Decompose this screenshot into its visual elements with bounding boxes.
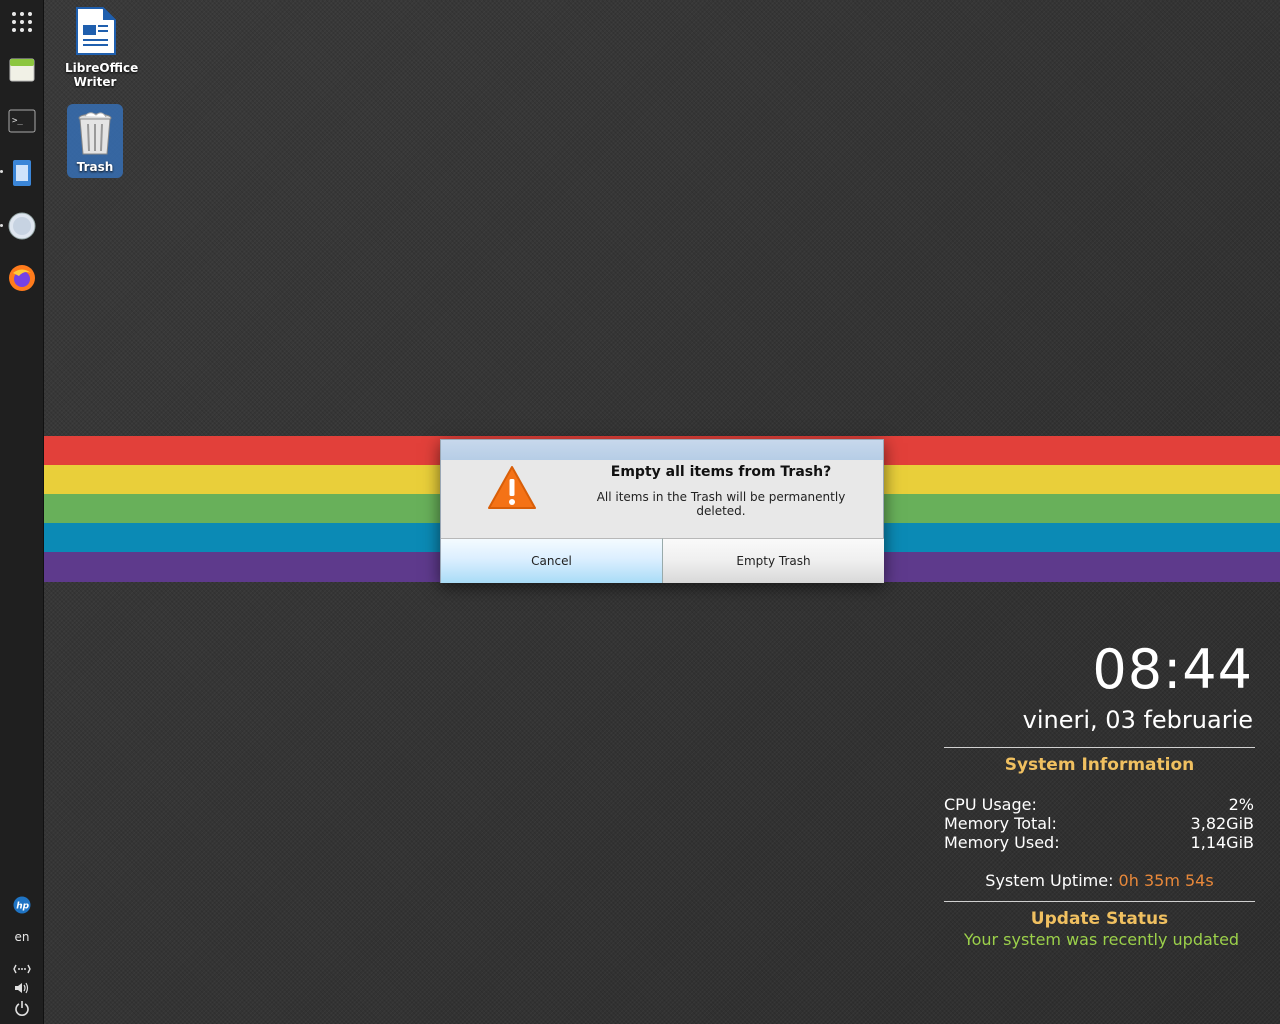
clock-time: 08:44: [1092, 638, 1253, 701]
update-status-title: Update Status: [1030, 909, 1169, 929]
svg-text:hp: hp: [16, 902, 29, 912]
desktop-icon-label: LibreOffice: [65, 61, 139, 75]
sysinfo-label: Memory Used:: [944, 833, 1060, 852]
apps-grid-icon[interactable]: [6, 6, 38, 38]
desktop-icon-libreoffice-writer[interactable]: LibreOffice Writer: [65, 7, 139, 89]
window-icon[interactable]: [6, 54, 38, 86]
divider: [944, 901, 1255, 902]
clock-date: vineri, 03 februarie: [1022, 706, 1253, 734]
sysinfo-title: System Information: [1004, 755, 1195, 775]
web-browser-icon[interactable]: [6, 210, 38, 242]
uptime-label: System Uptime:: [985, 871, 1114, 890]
network-icon[interactable]: [0, 963, 44, 978]
cancel-button[interactable]: Cancel: [441, 538, 663, 583]
dialog-title: Empty all items from Trash?: [610, 464, 832, 480]
volume-icon[interactable]: [0, 981, 44, 998]
sysinfo-value: 1,14GiB: [1190, 833, 1254, 852]
empty-trash-button[interactable]: Empty Trash: [663, 538, 884, 583]
svg-text:>_: >_: [12, 116, 23, 126]
terminal-icon[interactable]: >_: [6, 105, 38, 137]
divider: [944, 747, 1255, 748]
sysinfo-value: 3,82GiB: [1190, 814, 1254, 833]
empty-trash-dialog: Empty all items from Trash? All items in…: [440, 439, 884, 583]
trash-icon: [67, 104, 123, 156]
dialog-titlebar[interactable]: [441, 440, 883, 460]
libreoffice-writer-icon: [65, 7, 125, 55]
firefox-icon[interactable]: [6, 262, 38, 294]
desktop-icon-trash[interactable]: Trash: [67, 104, 123, 178]
sysinfo-row-memory-used: Memory Used: 1,14GiB: [944, 833, 1254, 852]
active-indicator: [0, 170, 3, 173]
sysinfo-label: Memory Total:: [944, 814, 1057, 833]
sysinfo-row-cpu: CPU Usage: 2%: [944, 795, 1254, 814]
keyboard-layout-indicator[interactable]: en: [0, 930, 44, 944]
dialog-message: All items in the Trash will be permanent…: [596, 490, 846, 518]
power-icon[interactable]: [0, 1000, 44, 1019]
dock: >_ hp en: [0, 0, 44, 1024]
warning-icon: [487, 465, 537, 515]
uptime-value: 0h 35m 54s: [1118, 871, 1214, 890]
active-indicator: [0, 224, 3, 227]
sysinfo-value: 2%: [1228, 795, 1254, 814]
sysinfo-label: CPU Usage:: [944, 795, 1037, 814]
desktop-icon-label: Trash: [76, 160, 114, 174]
desktop-icon-label: Writer: [73, 75, 117, 89]
update-status-message: Your system was recently updated: [963, 930, 1240, 949]
file-manager-icon[interactable]: [6, 157, 38, 189]
hp-logo-icon: hp: [0, 896, 44, 917]
sysinfo-row-memory-total: Memory Total: 3,82GiB: [944, 814, 1254, 833]
uptime-row: System Uptime: 0h 35m 54s: [944, 871, 1255, 890]
